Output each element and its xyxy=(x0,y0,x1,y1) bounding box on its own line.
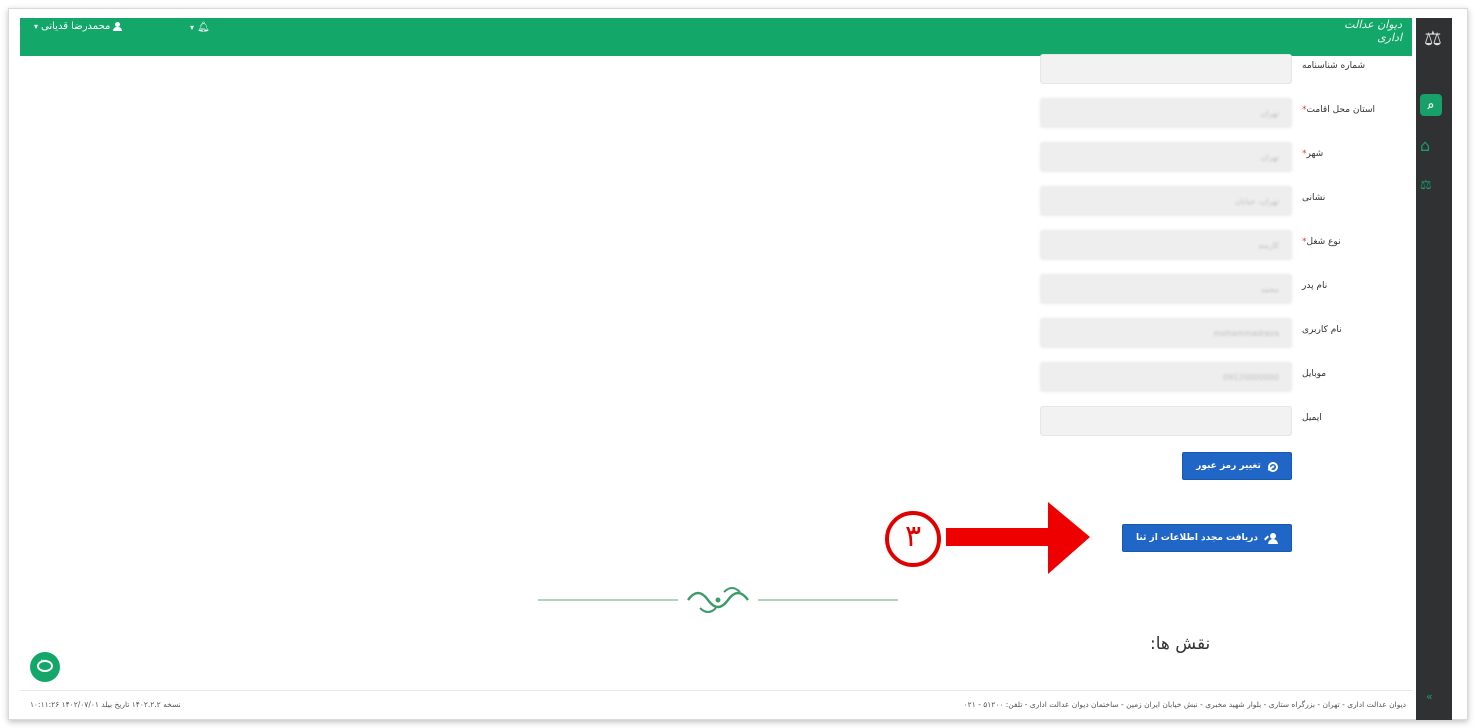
city-input[interactable]: تهران xyxy=(1040,142,1292,172)
user-menu[interactable]: ▾ محمدرضا قدیانی xyxy=(34,21,123,32)
chat-icon xyxy=(37,656,53,672)
key-icon xyxy=(1267,461,1278,472)
field-label: نام پدر xyxy=(1302,281,1328,291)
ornament-divider xyxy=(538,587,898,613)
step-number-badge: ۳ xyxy=(885,511,941,567)
address-input[interactable]: تهران، خیابان xyxy=(1040,186,1292,216)
field-label: نوع شغل* xyxy=(1302,237,1341,247)
change-password-button[interactable]: تغییر رمز عبور xyxy=(1182,452,1292,480)
field-address: تهران، خیابان نشانی xyxy=(1040,186,1400,216)
refresh-info-button[interactable]: دریافت مجدد اطلاعات از ثنا xyxy=(1122,524,1292,552)
mobile-input[interactable]: 09120000000 xyxy=(1040,362,1292,392)
sidebar: ⚖ ⌕ ⌂ ⚖ « xyxy=(1416,18,1452,720)
scale-logo-icon: ⚖ xyxy=(1424,26,1442,50)
chat-button[interactable] xyxy=(30,652,60,682)
search-icon[interactable]: ⌕ xyxy=(1420,94,1442,116)
field-label: ایمیل xyxy=(1302,413,1322,423)
field-father-name: محمد نام پدر xyxy=(1040,274,1400,304)
birth-certificate-input[interactable] xyxy=(1040,54,1292,84)
caret-down-icon: ▾ xyxy=(190,23,195,32)
change-password-label: تغییر رمز عبور xyxy=(1196,461,1261,471)
roles-title: نقش ها: xyxy=(1150,634,1211,654)
field-mobile: 09120000000 موبایل xyxy=(1040,362,1400,392)
footer: نسخه ۱۴۰۲.۲.۲ تاریخ بیلد ۱۴۰۲/۰۷/۰۱ ۱۰:۱… xyxy=(20,690,1412,720)
field-label: نام کاربری xyxy=(1302,325,1342,335)
bell-icon: 🔔︎ xyxy=(197,22,210,33)
annotation-arrow-icon xyxy=(946,502,1090,574)
user-icon xyxy=(113,22,123,31)
logo-text: دیوان عدالت اداری xyxy=(1344,18,1402,44)
notifications-menu[interactable]: ▾ 🔔︎ xyxy=(190,22,210,33)
field-province: تهران استان محل اقامت* xyxy=(1040,98,1400,128)
job-type-select[interactable]: کارمند xyxy=(1040,230,1292,260)
caret-down-icon: ▾ xyxy=(34,22,39,31)
footer-address: دیوان عدالت اداری - تهران - بزرگراه ستار… xyxy=(963,700,1406,709)
user-edit-icon xyxy=(1264,532,1279,544)
court-logo: دیوان عدالت اداری xyxy=(1342,18,1402,54)
field-label: نشانی xyxy=(1302,193,1326,203)
top-navbar: ▾ محمدرضا قدیانی ▾ 🔔︎ دیوان عدالت اداری xyxy=(20,18,1412,56)
father-name-input[interactable]: محمد xyxy=(1040,274,1292,304)
field-birth-certificate: شماره شناسنامه xyxy=(1040,54,1400,84)
field-email: ایمیل xyxy=(1040,406,1400,436)
field-label: استان محل اقامت* xyxy=(1302,105,1375,115)
home-icon[interactable]: ⌂ xyxy=(1420,136,1430,155)
field-label: شماره شناسنامه xyxy=(1302,61,1366,71)
email-input[interactable] xyxy=(1040,406,1292,436)
username-input[interactable]: mohammadreza xyxy=(1040,318,1292,348)
field-label: شهر* xyxy=(1302,149,1324,159)
collapse-icon[interactable]: « xyxy=(1426,690,1433,703)
field-username: mohammadreza نام کاربری xyxy=(1040,318,1400,348)
version-info: نسخه ۱۴۰۲.۲.۲ تاریخ بیلد ۱۴۰۲/۰۷/۰۱ ۱۰:۱… xyxy=(30,700,181,709)
field-job-type: کارمند نوع شغل* xyxy=(1040,230,1400,260)
scale-icon[interactable]: ⚖ xyxy=(1420,178,1432,193)
user-name: محمدرضا قدیانی xyxy=(41,21,111,32)
refresh-info-label: دریافت مجدد اطلاعات از ثنا xyxy=(1135,533,1259,543)
field-city: تهران شهر* xyxy=(1040,142,1400,172)
province-input[interactable]: تهران xyxy=(1040,98,1292,128)
field-label: موبایل xyxy=(1302,369,1327,379)
